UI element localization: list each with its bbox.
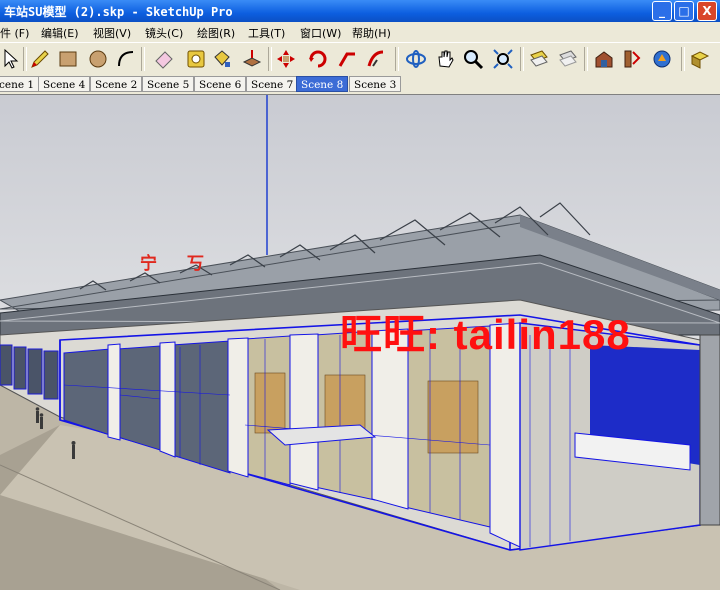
menu-bar: 件 (F) 编辑(E) 视图(V) 镜头(C) 绘图(R) 工具(T) 窗口(W… [0, 22, 720, 42]
scene-tabs: cene 1 Scene 4 Scene 2 Scene 5 Scene 6 S… [0, 75, 720, 94]
menu-draw[interactable]: 绘图(R) [197, 25, 235, 41]
move-icon[interactable] [274, 46, 298, 72]
maximize-button[interactable]: □ [674, 1, 694, 21]
tab-scene-5[interactable]: Scene 5 [142, 76, 195, 92]
toolbar-separator [23, 47, 27, 71]
toolbar-separator [681, 47, 685, 71]
share-model-icon[interactable] [650, 46, 674, 72]
components-icon[interactable] [620, 46, 644, 72]
extension-icon[interactable] [688, 46, 712, 72]
select-icon[interactable] [0, 46, 24, 72]
tape-measure-icon[interactable] [184, 46, 208, 72]
minimize-button[interactable]: _ [652, 1, 672, 21]
toolbar-separator [520, 47, 524, 71]
window-title: 车站SU模型 (2).skp - SketchUp Pro [4, 5, 233, 19]
menu-window[interactable]: 窗口(W) [300, 25, 341, 41]
menu-edit[interactable]: 编辑(E) [41, 25, 79, 41]
rectangle-icon[interactable] [56, 46, 80, 72]
arc-icon[interactable] [114, 46, 138, 72]
tab-scene-8[interactable]: Scene 8 [296, 76, 349, 92]
zoom-icon[interactable] [461, 46, 485, 72]
station-sign: 宁 丂 [140, 254, 216, 274]
tab-scene-7[interactable]: Scene 7 [246, 76, 299, 92]
orbit-icon[interactable] [404, 46, 428, 72]
toolbar-separator [395, 47, 399, 71]
tab-scene-4[interactable]: Scene 4 [38, 76, 91, 92]
offset-icon[interactable] [364, 46, 388, 72]
tab-scene-6[interactable]: Scene 6 [194, 76, 247, 92]
tab-scene-1[interactable]: cene 1 [0, 76, 40, 92]
eraser-icon[interactable] [152, 46, 176, 72]
tab-scene-3[interactable]: Scene 3 [349, 76, 402, 92]
pan-icon[interactable] [433, 46, 457, 72]
menu-file[interactable]: 件 (F) [0, 25, 29, 41]
follow-me-icon[interactable] [336, 46, 360, 72]
menu-camera[interactable]: 镜头(C) [145, 25, 183, 41]
main-toolbar [0, 42, 720, 77]
tab-scene-2[interactable]: Scene 2 [90, 76, 143, 92]
menu-help[interactable]: 帮助(H) [352, 25, 391, 41]
rotate-icon[interactable] [306, 46, 330, 72]
pencil-icon[interactable] [28, 46, 52, 72]
close-button[interactable]: X [697, 1, 717, 21]
previous-view-icon[interactable] [527, 46, 551, 72]
modeling-viewport[interactable]: 宁 丂 旺旺: tailin188 [0, 94, 720, 590]
circle-icon[interactable] [86, 46, 110, 72]
warehouse-icon[interactable] [592, 46, 616, 72]
menu-view[interactable]: 视图(V) [93, 25, 131, 41]
paint-bucket-icon[interactable] [210, 46, 234, 72]
title-bar: 车站SU模型 (2).skp - SketchUp Pro _ □ X [0, 0, 720, 22]
next-view-icon[interactable] [556, 46, 580, 72]
toolbar-separator [584, 47, 588, 71]
toolbar-separator [268, 47, 272, 71]
push-pull-icon[interactable] [240, 46, 264, 72]
menu-tools[interactable]: 工具(T) [248, 25, 285, 41]
zoom-extents-icon[interactable] [491, 46, 515, 72]
toolbar-separator [141, 47, 145, 71]
watermark-text: 旺旺: tailin188 [340, 311, 631, 358]
